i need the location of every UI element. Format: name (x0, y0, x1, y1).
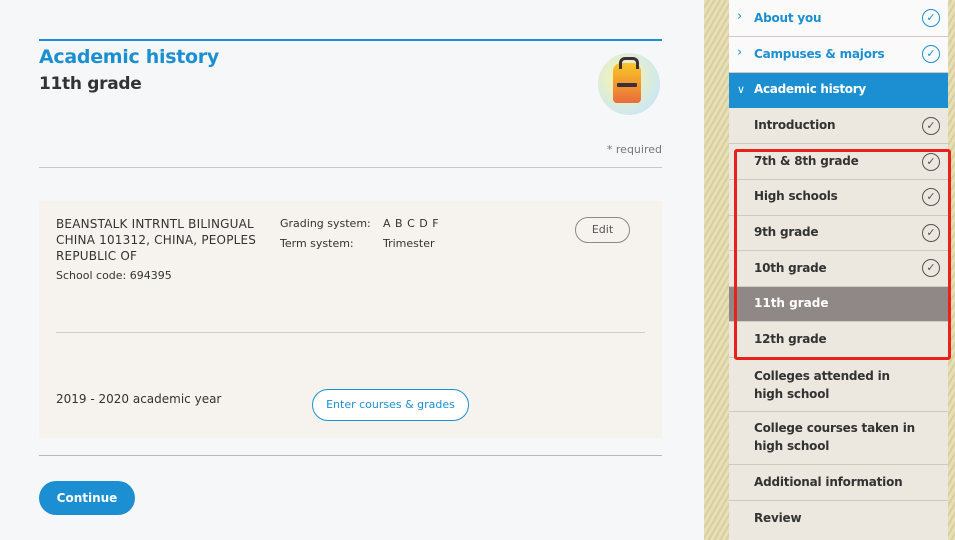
enter-courses-button[interactable]: Enter courses & grades (312, 389, 469, 421)
sidebar-item-campuses-majors[interactable]: › Campuses & majors ✓ (729, 37, 948, 73)
chevron-down-icon: ∨ (737, 83, 746, 96)
check-circle-icon: ✓ (922, 45, 940, 63)
check-circle-icon: ✓ (922, 117, 940, 135)
continue-button[interactable]: Continue (39, 481, 135, 515)
sidebar-item-label: About you (754, 11, 822, 25)
sidebar-item-label: Introduction (754, 118, 836, 132)
page-title: Academic history (39, 46, 219, 68)
sidebar-item-college-courses[interactable]: College courses taken in high school (729, 412, 948, 465)
main-panel: Academic history 11th grade * required B… (0, 0, 704, 540)
sidebar-item-academic-history[interactable]: ∨ Academic history (729, 73, 948, 108)
sidebar-item-introduction[interactable]: Introduction ✓ (729, 108, 948, 144)
term-system-label: Term system: (280, 237, 354, 250)
grading-system-value: A B C D F (383, 217, 440, 230)
page-subtitle: 11th grade (39, 74, 142, 94)
highlight-annotation (734, 149, 951, 360)
card-divider (56, 332, 645, 333)
sidebar-item-label: Academic history (754, 82, 866, 96)
school-name: BEANSTALK INTRNTL BILINGUAL CHINA 101312… (56, 217, 257, 263)
edit-school-button[interactable]: Edit (575, 217, 630, 243)
sidebar-item-label: College courses taken in high school (754, 421, 915, 453)
academic-year-label: 2019 - 2020 academic year (56, 392, 222, 406)
required-note: * required (606, 143, 662, 156)
sidebar-item-label: Campuses & majors (754, 47, 885, 61)
sidebar-item-label: Additional information (754, 475, 903, 489)
sidebar-item-colleges-attended[interactable]: Colleges attended in high school (729, 358, 948, 412)
divider (39, 455, 662, 456)
divider (39, 167, 662, 168)
term-system-value: Trimester (383, 237, 435, 250)
check-circle-icon: ✓ (922, 9, 940, 27)
sidebar-item-about-you[interactable]: › About you ✓ (729, 0, 948, 37)
sidebar-item-label: Colleges attended in high school (754, 369, 890, 401)
section-avatar (598, 53, 660, 115)
chevron-right-icon: › (737, 45, 743, 60)
chevron-right-icon: › (737, 9, 743, 24)
school-card: BEANSTALK INTRNTL BILINGUAL CHINA 101312… (39, 201, 662, 438)
sidebar-item-label: Review (754, 511, 802, 525)
sidebar-item-additional-information[interactable]: Additional information (729, 465, 948, 501)
sidebar-item-review[interactable]: Review (729, 501, 948, 540)
header-rule (39, 39, 662, 41)
grading-system-label: Grading system: (280, 217, 371, 230)
school-code: School code: 694395 (56, 269, 172, 282)
backpack-icon (613, 57, 641, 103)
